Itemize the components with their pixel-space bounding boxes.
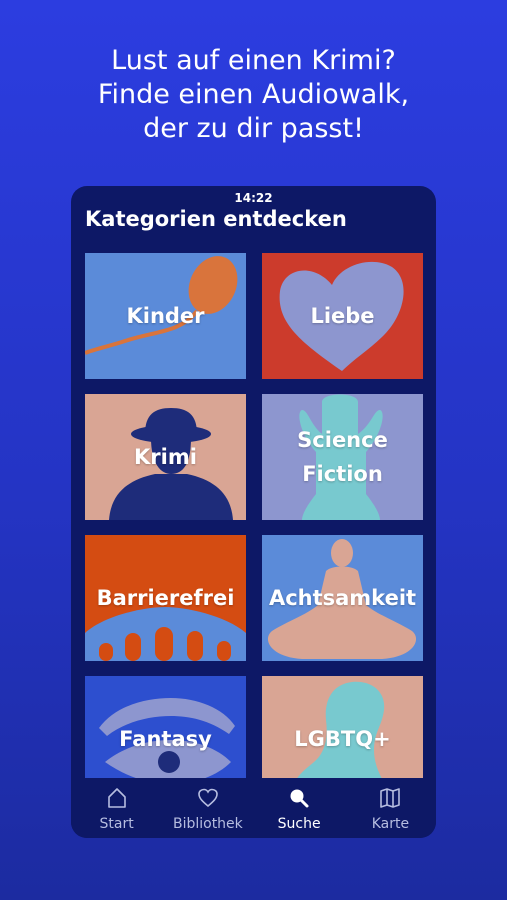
category-label: Barrierefrei (96, 586, 235, 610)
status-time: 14:22 (234, 191, 273, 205)
home-icon (107, 788, 126, 808)
category-tile-krimi[interactable]: Krimi (85, 394, 246, 520)
category-grid: Kinder Liebe Krimi Science Fiction Barri… (85, 253, 423, 778)
category-tile-kinder[interactable]: Kinder (85, 253, 246, 379)
tab-bibliothek[interactable]: Bibliothek (162, 778, 253, 838)
category-label: Science Fiction (297, 428, 388, 486)
promo-headline: Lust auf einen Krimi? Finde einen Audiow… (0, 44, 507, 146)
search-icon (290, 789, 309, 808)
heart-outline-icon (198, 788, 218, 808)
tab-label: Suche (277, 816, 321, 832)
category-label: Fantasy (119, 727, 212, 751)
category-label: LGBTQ+ (294, 727, 391, 751)
promo-line-3: der zu dir passt! (143, 113, 364, 144)
category-label: Achtsamkeit (268, 586, 417, 610)
category-label: Liebe (310, 304, 375, 328)
bottom-tab-bar: Start Bibliothek Suche Karte (71, 778, 436, 838)
tab-karte[interactable]: Karte (345, 778, 436, 838)
category-tile-achtsamkeit[interactable]: Achtsamkeit (262, 535, 423, 661)
map-icon (380, 788, 401, 808)
promo-line-2: Finde einen Audiowalk, (97, 79, 410, 110)
category-label: Krimi (134, 445, 197, 469)
page-title: Kategorien entdecken (85, 207, 347, 231)
tab-start[interactable]: Start (71, 778, 162, 838)
category-tile-lgbtq[interactable]: LGBTQ+ (262, 676, 423, 778)
category-tile-fantasy[interactable]: Fantasy (85, 676, 246, 778)
category-tile-science-fiction[interactable]: Science Fiction (262, 394, 423, 520)
category-tile-barrierefrei[interactable]: Barrierefrei (85, 535, 246, 661)
tab-label: Start (99, 816, 134, 832)
tab-label: Bibliothek (172, 816, 243, 832)
phone-screen: 14:22 Kategorien entdecken Kinder Liebe (71, 186, 436, 838)
tab-suche[interactable]: Suche (254, 778, 345, 838)
tab-label: Karte (371, 816, 410, 832)
promo-line-1: Lust auf einen Krimi? (111, 45, 396, 76)
category-tile-liebe[interactable]: Liebe (262, 253, 423, 379)
category-label: Kinder (126, 304, 205, 328)
